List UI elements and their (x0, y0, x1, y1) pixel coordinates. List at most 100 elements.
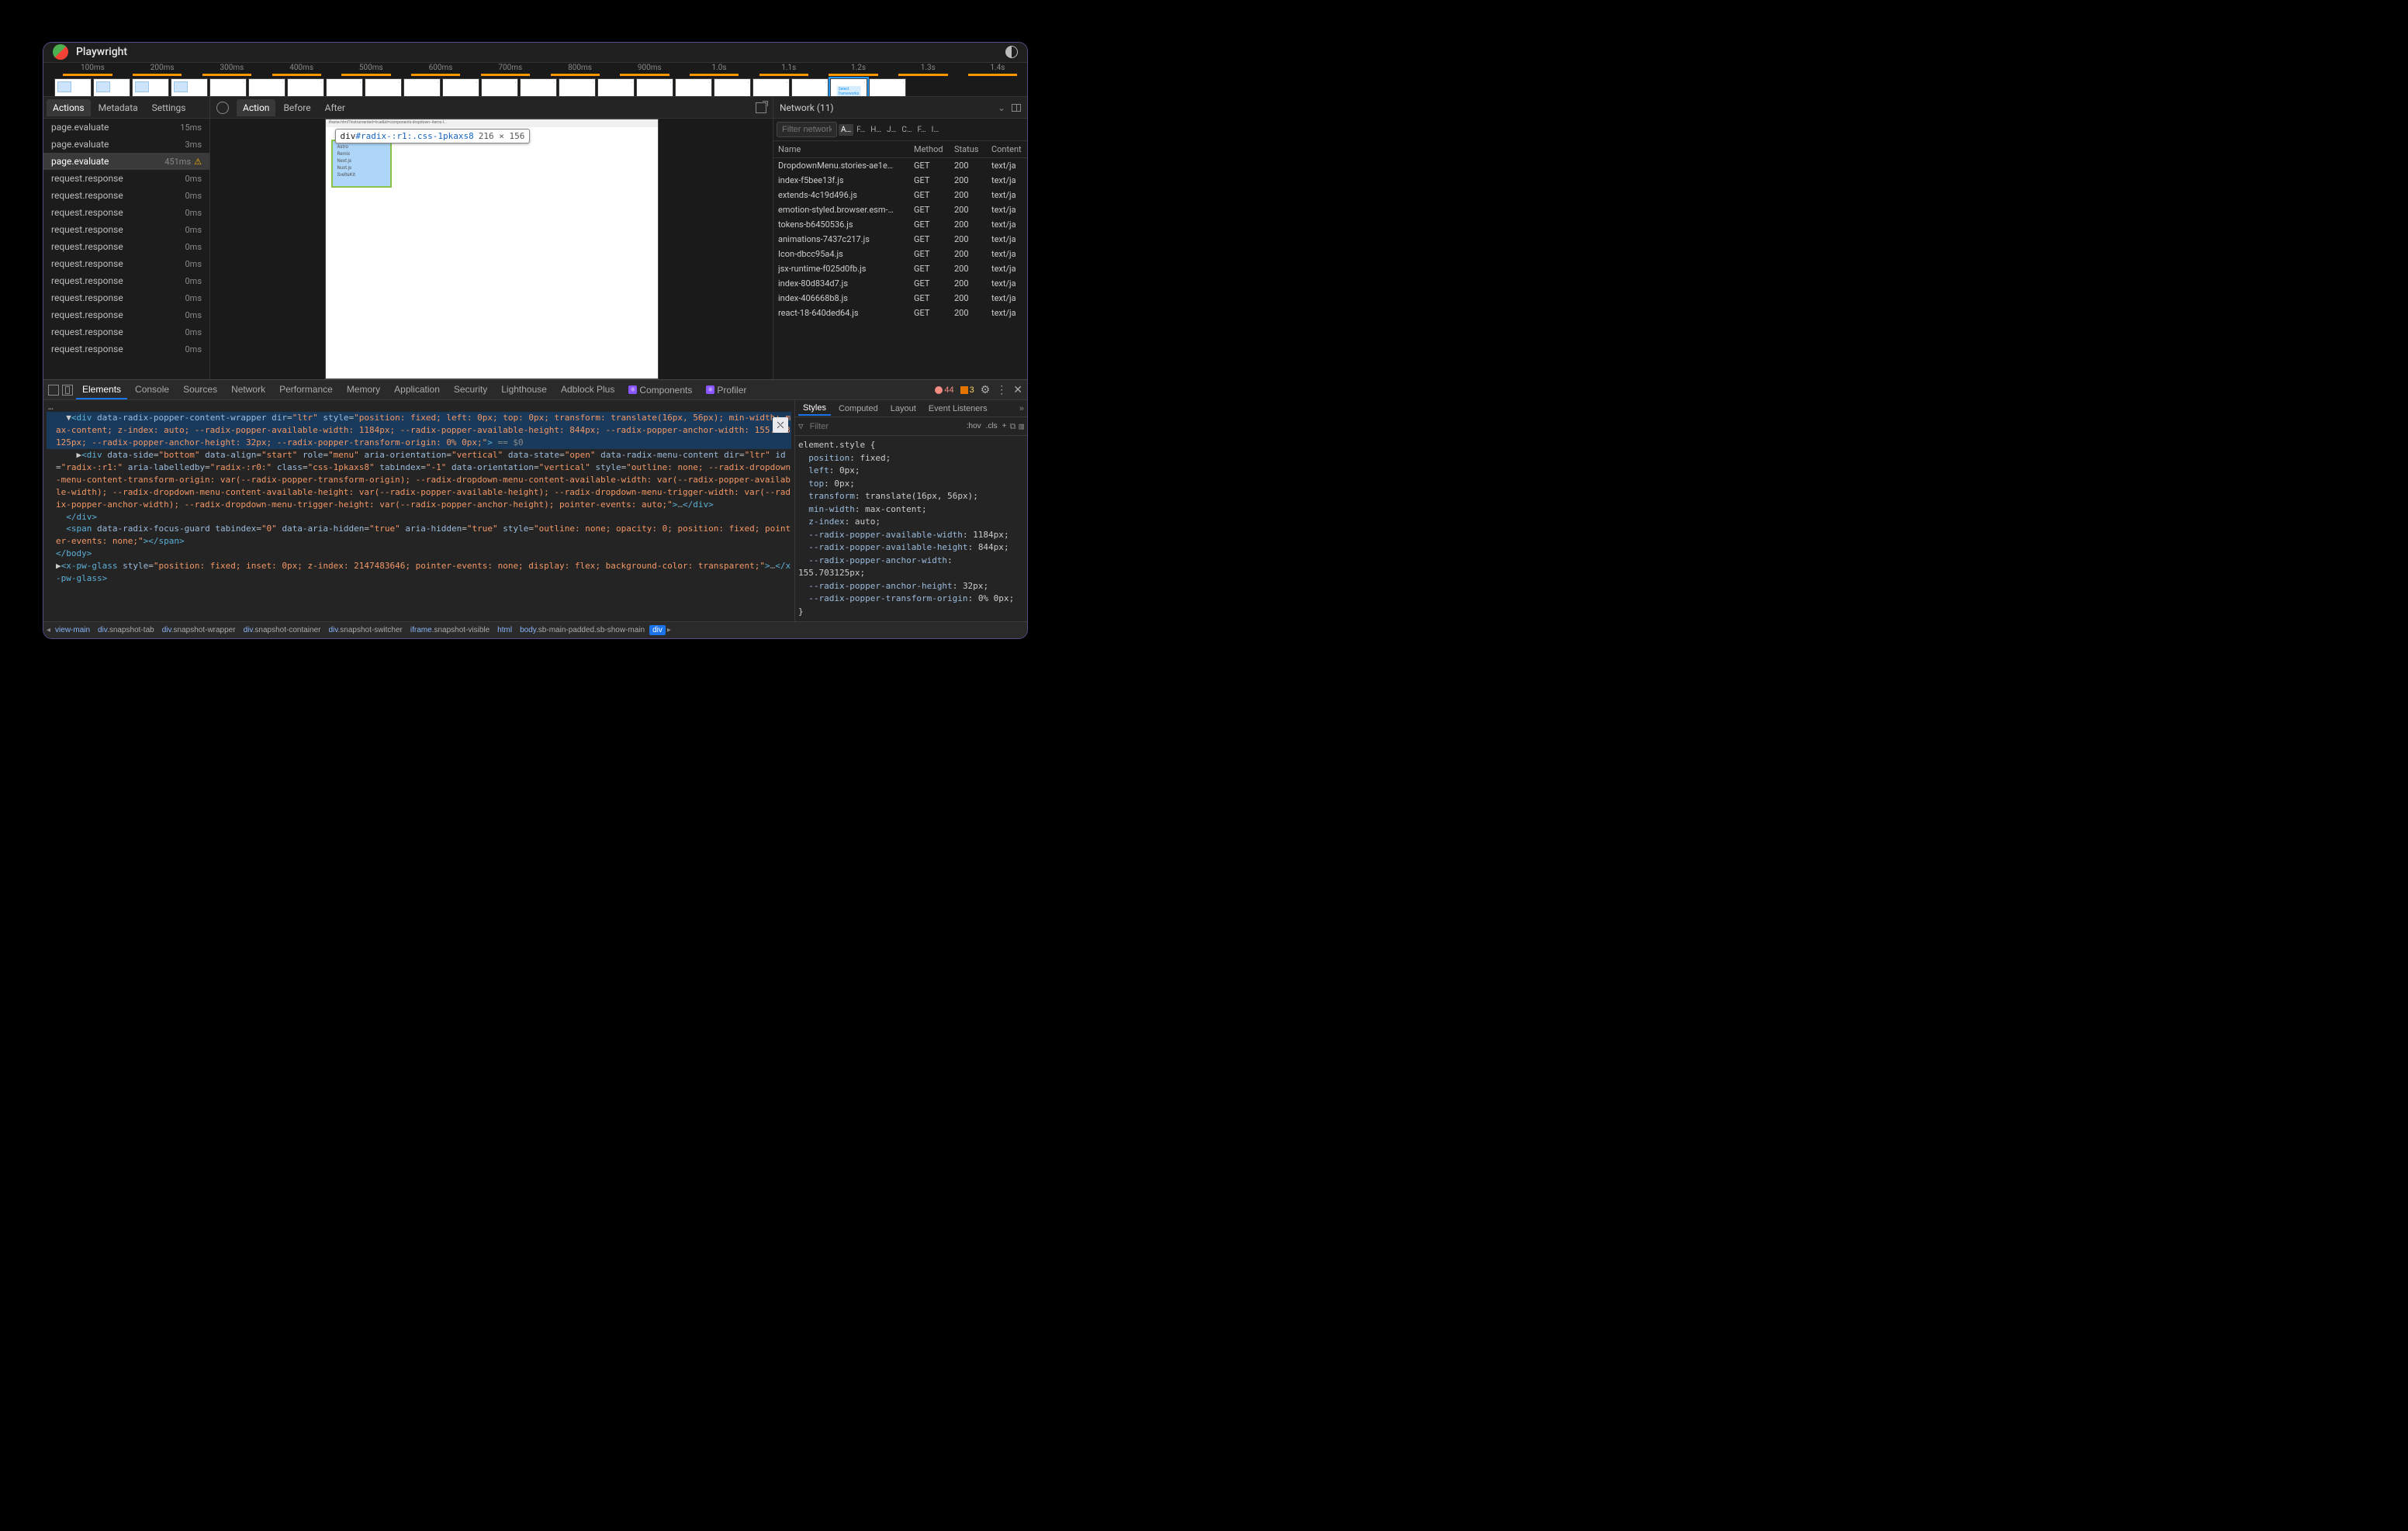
error-count[interactable]: 44 (935, 385, 953, 395)
devtools-tab-components[interactable]: ⚛Components (622, 381, 698, 399)
timeline-thumbnail[interactable] (93, 78, 130, 97)
col-name[interactable]: Name (778, 144, 914, 154)
timeline-thumbnail[interactable]: ▪ (752, 78, 790, 97)
network-row[interactable]: index-80d834d7.jsGET200text/ja (773, 276, 1027, 291)
devtools-tab-memory[interactable]: Memory (341, 381, 386, 399)
accessibility-icon[interactable]: ⛌ (773, 417, 788, 433)
breadcrumb-item[interactable]: div.snapshot-wrapper (159, 625, 239, 635)
devtools-tab-sources[interactable]: Sources (177, 381, 223, 399)
panel-toggle-icon[interactable] (1012, 104, 1021, 112)
style-property[interactable]: position: fixed; (798, 452, 1024, 465)
tab-settings[interactable]: Settings (146, 99, 192, 116)
action-row[interactable]: request.response0ms (43, 272, 209, 289)
dom-node[interactable]: ▶<div data-side="bottom" data-align="sta… (47, 449, 791, 511)
breadcrumb-item[interactable]: div.snapshot-tab (95, 625, 157, 635)
network-row[interactable]: emotion-styled.browser.esm-…GET200text/j… (773, 202, 1027, 217)
style-property[interactable]: top: 0px; (798, 478, 1024, 491)
style-filter-btn[interactable]: .cls (986, 422, 998, 430)
crumb-next-icon[interactable]: ▸ (667, 626, 671, 634)
actions-list[interactable]: page.evaluate15mspage.evaluate3mspage.ev… (43, 119, 209, 379)
style-property[interactable]: --radix-popper-available-height: 844px; (798, 541, 1024, 555)
dom-node[interactable]: </div> (47, 511, 791, 524)
timeline-thumbnail[interactable] (54, 78, 92, 97)
timeline-thumbnail[interactable]: ▪ (597, 78, 635, 97)
more-tabs-icon[interactable]: » (1019, 404, 1024, 413)
styles-filter-input[interactable] (807, 420, 964, 433)
breadcrumb-item[interactable]: div.snapshot-container (240, 625, 324, 635)
snapshot-tab-action[interactable]: Action (237, 99, 275, 116)
devtools-tab-adblock-plus[interactable]: Adblock Plus (555, 381, 621, 399)
style-property[interactable]: --radix-popper-available-width: 1184px; (798, 529, 1024, 542)
timeline-thumbnail[interactable]: ▪ (520, 78, 557, 97)
breadcrumb-item[interactable]: div (649, 625, 666, 635)
devtools-tab-application[interactable]: Application (388, 381, 446, 399)
action-row[interactable]: request.response0ms (43, 340, 209, 358)
breadcrumb-item[interactable]: body.sb-main-padded.sb-show-main (517, 625, 648, 635)
styles-tab-event-listeners[interactable]: Event Listeners (924, 403, 992, 415)
devtools-tab-security[interactable]: Security (448, 381, 493, 399)
breadcrumb-item[interactable]: view-main (52, 625, 93, 635)
action-row[interactable]: request.response0ms (43, 255, 209, 272)
network-type-filter[interactable]: H… (868, 124, 884, 136)
timeline-thumbnail[interactable] (171, 78, 208, 97)
timeline-thumbnail[interactable]: ▪Select frameworks (830, 78, 867, 97)
devtools-tab-console[interactable]: Console (129, 381, 175, 399)
popout-icon[interactable] (756, 102, 766, 113)
dom-node[interactable]: <span data-radix-focus-guard tabindex="0… (47, 523, 791, 548)
network-type-filter[interactable]: J… (884, 124, 898, 136)
style-property[interactable]: transform: translate(16px, 56px); (798, 490, 1024, 503)
action-row[interactable]: request.response0ms (43, 306, 209, 323)
settings-icon[interactable] (216, 102, 229, 114)
style-filter-btn[interactable]: :hov (967, 422, 981, 430)
gear-icon[interactable]: ⚙ (981, 383, 991, 396)
timeline-thumbnail[interactable]: ▪ (869, 78, 906, 97)
chevron-down-icon[interactable]: ⌄ (998, 102, 1005, 113)
snapshot-tab-after[interactable]: After (319, 99, 351, 116)
timeline-thumbnail[interactable]: ▪ (636, 78, 673, 97)
network-row[interactable]: index-f5bee13f.jsGET200text/ja (773, 173, 1027, 188)
dom-node[interactable]: ▶<x-pw-glass style="position: fixed; ins… (47, 560, 791, 585)
timeline-thumbnail[interactable]: ▪ (559, 78, 596, 97)
timeline-thumbnail[interactable]: ▪ (791, 78, 829, 97)
network-row[interactable]: animations-7437c217.jsGET200text/ja (773, 232, 1027, 247)
network-row[interactable]: jsx-runtime-f025d0fb.jsGET200text/ja (773, 261, 1027, 276)
style-property[interactable]: --radix-popper-anchor-height: 32px; (798, 580, 1024, 593)
breadcrumb-item[interactable]: iframe.snapshot-visible (407, 625, 493, 635)
network-row[interactable]: react-18-640ded64.jsGET200text/ja (773, 306, 1027, 320)
devtools-tab-performance[interactable]: Performance (273, 381, 339, 399)
tab-actions[interactable]: Actions (47, 99, 91, 116)
col-content[interactable]: Content (991, 144, 1022, 154)
warning-count[interactable]: 3 (960, 385, 974, 395)
timeline-thumbnail[interactable]: ▪ (209, 78, 247, 97)
snapshot-iframe[interactable]: iframe.html?instrumented=true&id=compone… (325, 119, 659, 379)
network-type-filter[interactable]: C… (899, 124, 914, 136)
style-property[interactable]: min-width: max-content; (798, 503, 1024, 517)
dom-selected-node[interactable]: ▼<div data-radix-popper-content-wrapper … (47, 412, 791, 449)
panel-icon[interactable]: ▥ (1019, 421, 1024, 431)
action-row[interactable]: page.evaluate451ms⚠ (43, 153, 209, 170)
device-toggle-icon[interactable] (62, 385, 73, 396)
more-icon[interactable]: ⋮ (996, 383, 1007, 396)
tab-metadata[interactable]: Metadata (92, 99, 144, 116)
col-method[interactable]: Method (914, 144, 954, 154)
timeline[interactable]: 100ms200ms300ms400ms500ms600ms700ms800ms… (43, 62, 1027, 97)
network-row[interactable]: extends-4c19d496.jsGET200text/ja (773, 188, 1027, 202)
timeline-thumbnail[interactable]: ▪ (326, 78, 363, 97)
action-row[interactable]: request.response0ms (43, 187, 209, 204)
timeline-thumbnail[interactable]: ▪ (481, 78, 518, 97)
style-property[interactable]: --radix-popper-transform-origin: 0% 0px; (798, 593, 1024, 606)
action-row[interactable]: request.response0ms (43, 289, 209, 306)
action-row[interactable]: request.response0ms (43, 238, 209, 255)
network-type-filter[interactable]: F… (915, 124, 929, 136)
style-property[interactable]: left: 0px; (798, 465, 1024, 478)
action-row[interactable]: request.response0ms (43, 170, 209, 187)
devtools-tab-elements[interactable]: Elements (76, 381, 127, 399)
breadcrumb-item[interactable]: html (494, 625, 515, 635)
network-row[interactable]: Icon-dbcc95a4.jsGET200text/ja (773, 247, 1027, 261)
timeline-thumbnail[interactable]: ▪ (248, 78, 285, 97)
timeline-thumbnail[interactable]: ▪ (403, 78, 441, 97)
snapshot-tab-before[interactable]: Before (277, 99, 317, 116)
dom-tree[interactable]: … ▼<div data-radix-popper-content-wrappe… (43, 400, 794, 621)
network-row[interactable]: DropdownMenu.stories-ae1e…GET200text/ja (773, 158, 1027, 173)
breadcrumb-item[interactable]: div.snapshot-switcher (325, 625, 405, 635)
